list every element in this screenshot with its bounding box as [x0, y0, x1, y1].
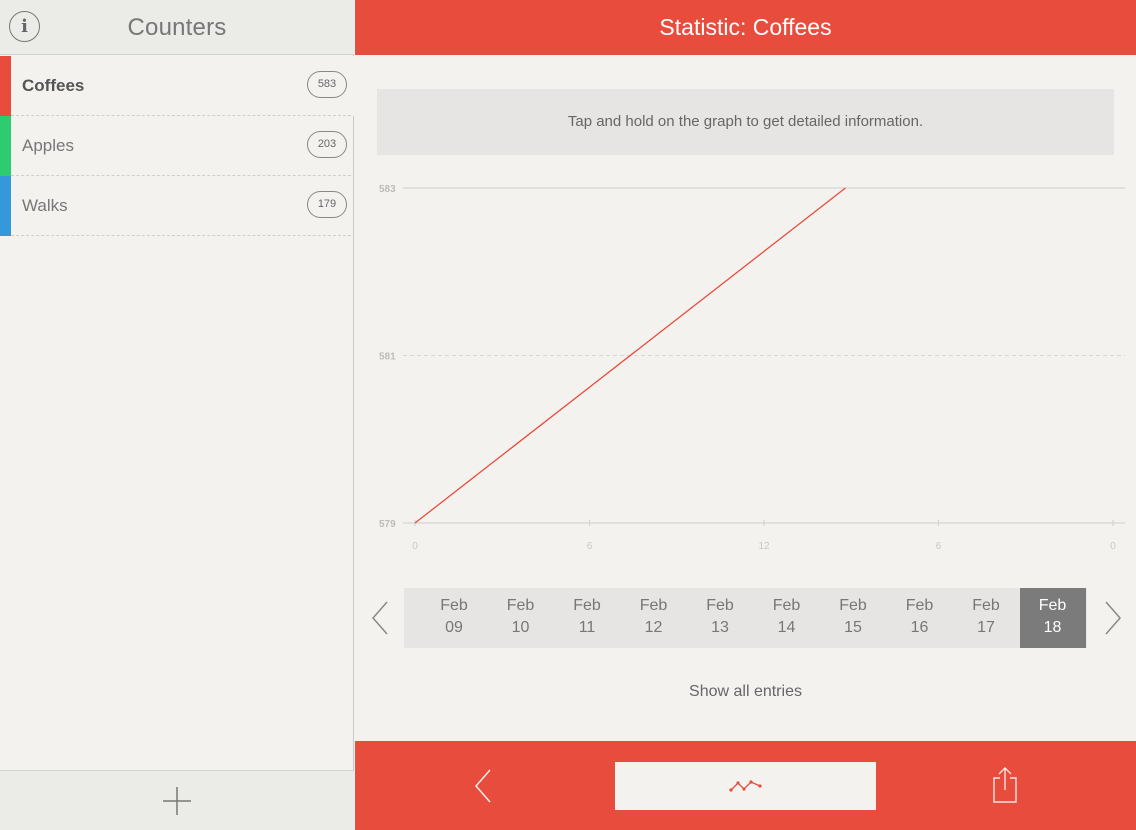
statistic-chart[interactable]: 583 581 579 0 6 12 6 0: [355, 170, 1136, 570]
date-cell[interactable]: Feb 13: [687, 588, 753, 648]
counters-header: Counters i: [0, 0, 354, 55]
counters-title: Counters: [127, 14, 227, 41]
date-month: Feb: [772, 597, 801, 614]
info-icon[interactable]: i: [9, 11, 40, 42]
date-month: Feb: [573, 597, 601, 614]
bottom-toolbar: [355, 741, 1136, 830]
statistic-header: Statistic: Coffees: [355, 0, 1136, 55]
chevron-right-icon[interactable]: [1098, 598, 1124, 638]
date-cell[interactable]: Feb 16: [887, 588, 953, 648]
date-month: Feb: [706, 597, 734, 614]
x-tick-label: 6: [587, 541, 593, 552]
counters-footer: [0, 770, 354, 830]
date-month: Feb: [1038, 597, 1067, 614]
share-icon[interactable]: [990, 766, 1020, 806]
date-month: Feb: [839, 597, 867, 614]
counter-row-walks[interactable]: Walks 179: [0, 176, 354, 236]
back-chevron-icon[interactable]: [472, 766, 498, 806]
date-cell[interactable]: Feb 17: [953, 588, 1019, 648]
y-tick-label: 581: [379, 352, 396, 363]
show-all-entries-link[interactable]: Show all entries: [355, 683, 1136, 707]
date-day: 18: [1043, 619, 1062, 636]
date-cell[interactable]: Feb 11: [554, 588, 620, 648]
date-cell[interactable]: Feb 15: [820, 588, 886, 648]
date-month: Feb: [440, 597, 468, 614]
counter-color-bar: [0, 56, 11, 116]
date-month: Feb: [506, 597, 535, 614]
date-cell[interactable]: Feb 10: [488, 588, 554, 648]
date-cell[interactable]: Feb 09: [421, 588, 487, 648]
date-day: 10: [511, 619, 530, 636]
date-cell[interactable]: Feb 18: [1019, 588, 1086, 648]
counter-color-bar: [0, 176, 11, 236]
counter-label: Apples: [22, 136, 74, 155]
date-day: 13: [711, 619, 729, 636]
date-day: 15: [844, 619, 862, 636]
x-tick-label: 0: [412, 541, 418, 552]
date-cell[interactable]: Feb 12: [621, 588, 687, 648]
series-line: [414, 187, 846, 524]
date-month: Feb: [905, 597, 934, 614]
date-day: 11: [578, 619, 596, 636]
line-graph-icon: [729, 780, 762, 792]
y-tick-label: 583: [379, 184, 396, 195]
counter-count-badge: 203: [307, 131, 347, 158]
graph-hint: Tap and hold on the graph to get detaile…: [377, 89, 1114, 155]
plus-icon[interactable]: [161, 785, 193, 817]
counter-label: Coffees: [22, 76, 85, 95]
date-month: Feb: [972, 597, 1000, 614]
row-divider: [11, 235, 351, 236]
date-cell[interactable]: Feb 14: [754, 588, 820, 648]
graph-view-button[interactable]: [615, 762, 876, 810]
date-day: 14: [777, 619, 796, 636]
date-strip: Feb 09 Feb 10 Feb 11 Feb 12 Feb 13 Feb 14 Feb 15 Feb 16…: [404, 588, 1087, 648]
statistic-panel: Statistic: Coffees Tap and hold on the g…: [355, 0, 1136, 830]
counter-color-bar: [0, 116, 11, 176]
x-tick-label: 0: [1110, 541, 1116, 552]
x-tick-label: 6: [936, 541, 942, 552]
counter-count-badge: 583: [307, 71, 347, 98]
date-day: 16: [910, 619, 929, 636]
counter-count-badge: 179: [307, 191, 347, 218]
counters-panel: Counters i Coffees 583 Apples 203 Walks …: [0, 0, 354, 830]
counter-row-apples[interactable]: Apples 203: [0, 116, 354, 176]
date-day: 09: [445, 619, 463, 636]
statistic-title: Statistic: Coffees: [659, 14, 832, 40]
y-tick-label: 579: [379, 519, 396, 530]
x-tick-label: 12: [758, 541, 770, 552]
chevron-left-icon[interactable]: [369, 598, 395, 638]
counter-row-coffees[interactable]: Coffees 583: [0, 56, 354, 116]
date-month: Feb: [639, 597, 668, 614]
date-day: 17: [977, 619, 995, 636]
counter-label: Walks: [22, 196, 68, 215]
date-day: 12: [644, 619, 663, 636]
